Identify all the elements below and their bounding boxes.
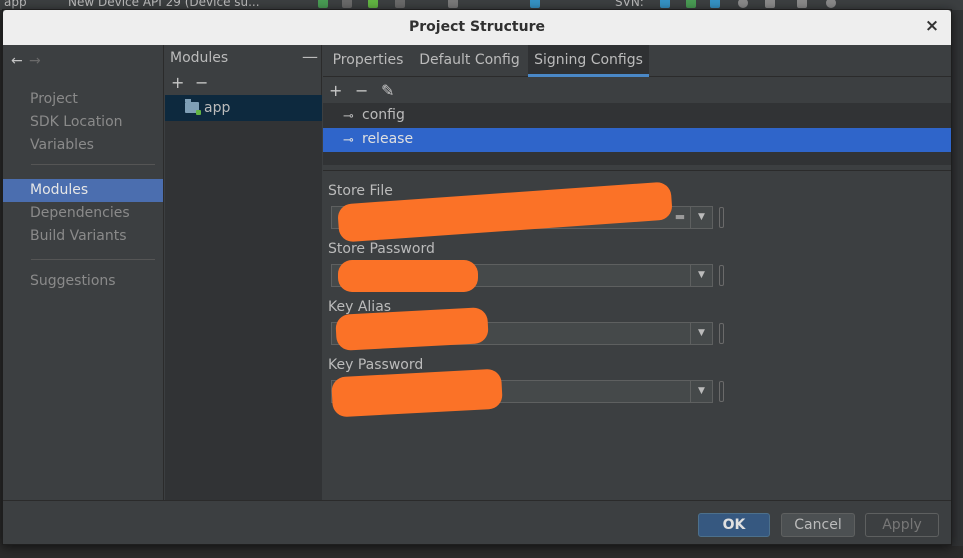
dialog-title: Project Structure [409, 19, 545, 35]
debug-icon[interactable] [342, 0, 352, 8]
close-icon[interactable]: × [923, 17, 941, 35]
signing-toolbar: + − ✎ [329, 81, 407, 100]
modules-panel: Modules — + − app [165, 45, 322, 500]
signing-config-item[interactable]: ⊸ release [323, 128, 951, 152]
store-file-side-button[interactable] [719, 207, 724, 228]
nav-divider [31, 164, 155, 165]
store-password-field[interactable]: ▼ [331, 260, 713, 292]
key-icon: ⊸ [343, 109, 354, 124]
apply-button[interactable]: Apply [865, 513, 939, 537]
tab-signing-configs[interactable]: Signing Configs [528, 45, 649, 77]
collapse-icon[interactable]: — [302, 47, 318, 66]
signing-config-list: ⊸ config ⊸ release [323, 103, 951, 165]
project-structure-icon[interactable] [797, 0, 807, 8]
ok-button[interactable]: OK [698, 513, 770, 537]
dialog-titlebar[interactable]: Project Structure × [3, 10, 951, 45]
run-icon[interactable] [318, 0, 328, 8]
store-file-label: Store File [328, 183, 393, 199]
signing-config-label: config [362, 107, 405, 123]
add-config-icon[interactable]: + [329, 81, 355, 100]
signing-config-label: release [362, 131, 414, 147]
project-structure-dialog: Project Structure × ← → Project SDK Locat… [2, 9, 952, 545]
key-password-side-button[interactable] [719, 381, 724, 402]
folder-icon[interactable]: ▬ [672, 210, 688, 224]
attach-icon[interactable] [395, 0, 405, 8]
svn-label: SVN: [615, 0, 644, 9]
ide-status-area [0, 546, 963, 558]
key-password-label: Key Password [328, 357, 424, 373]
nav-arrows: ← → [11, 53, 47, 69]
module-settings: Properties Default Config Signing Config… [323, 45, 951, 500]
module-item-app[interactable]: app [165, 95, 322, 121]
nav-item-dependencies[interactable]: Dependencies [3, 202, 163, 225]
device-selector[interactable]: New Device API 29 (Device su... [68, 0, 260, 9]
store-file-field[interactable]: ▬ ▼ [331, 181, 713, 243]
stop-icon[interactable] [448, 0, 458, 8]
tab-default-config[interactable]: Default Config [413, 45, 526, 77]
back-arrow-icon[interactable]: ← [11, 53, 29, 69]
module-label: app [204, 100, 231, 116]
chevron-down-icon[interactable]: ▼ [690, 207, 712, 228]
nav-item-build-variants[interactable]: Build Variants [3, 225, 163, 248]
module-list: app [165, 95, 322, 500]
svn-push-icon[interactable] [710, 0, 720, 8]
nav-item-variables[interactable]: Variables [3, 134, 163, 157]
search-icon[interactable] [826, 0, 836, 8]
redaction-mark [331, 368, 503, 418]
revert-icon[interactable] [765, 0, 775, 8]
nav-divider [31, 259, 155, 260]
modules-header: Modules — [165, 45, 322, 69]
module-folder-icon [185, 99, 201, 115]
key-password-field[interactable]: ▼ [331, 368, 713, 418]
nav-item-suggestions[interactable]: Suggestions [3, 270, 163, 293]
profile-icon[interactable] [368, 0, 378, 8]
remove-config-icon[interactable]: − [355, 81, 381, 100]
tab-properties[interactable]: Properties [323, 45, 413, 77]
add-module-icon[interactable]: + [171, 73, 195, 92]
edit-config-icon[interactable]: ✎ [381, 81, 407, 100]
left-navigation: ← → Project SDK Location Variables Module… [3, 45, 164, 500]
modules-header-label: Modules [170, 50, 229, 66]
nav-item-project[interactable]: Project [3, 88, 163, 111]
remove-module-icon[interactable]: − [195, 73, 219, 92]
ide-side-panel [952, 10, 963, 558]
svn-update-icon[interactable] [660, 0, 670, 8]
history-icon[interactable] [738, 0, 748, 8]
chevron-down-icon[interactable]: ▼ [690, 323, 712, 344]
key-alias-field[interactable]: ▼ [331, 307, 713, 351]
dialog-button-bar: OK Cancel Apply [3, 500, 951, 544]
cancel-button[interactable]: Cancel [781, 513, 855, 537]
key-alias-side-button[interactable] [719, 323, 724, 344]
forward-arrow-icon[interactable]: → [29, 53, 47, 69]
modules-toolbar: + − [171, 73, 219, 92]
nav-item-modules[interactable]: Modules [3, 179, 163, 202]
chevron-down-icon[interactable]: ▼ [690, 381, 712, 402]
signing-fields: Store File ▬ ▼ Store Password ▼ Key Alia… [323, 170, 951, 500]
sync-icon[interactable] [530, 0, 540, 8]
signing-config-item[interactable]: ⊸ config [323, 104, 951, 128]
redaction-mark [335, 307, 489, 351]
redaction-mark [338, 260, 478, 292]
key-icon: ⊸ [343, 133, 354, 148]
run-config-selector[interactable]: app [4, 0, 27, 9]
svn-commit-icon[interactable] [686, 0, 696, 8]
store-password-side-button[interactable] [719, 265, 724, 286]
chevron-down-icon[interactable]: ▼ [690, 265, 712, 286]
settings-tabs: Properties Default Config Signing Config… [323, 45, 951, 77]
store-password-label: Store Password [328, 241, 435, 257]
nav-item-sdk-location[interactable]: SDK Location [3, 111, 163, 134]
